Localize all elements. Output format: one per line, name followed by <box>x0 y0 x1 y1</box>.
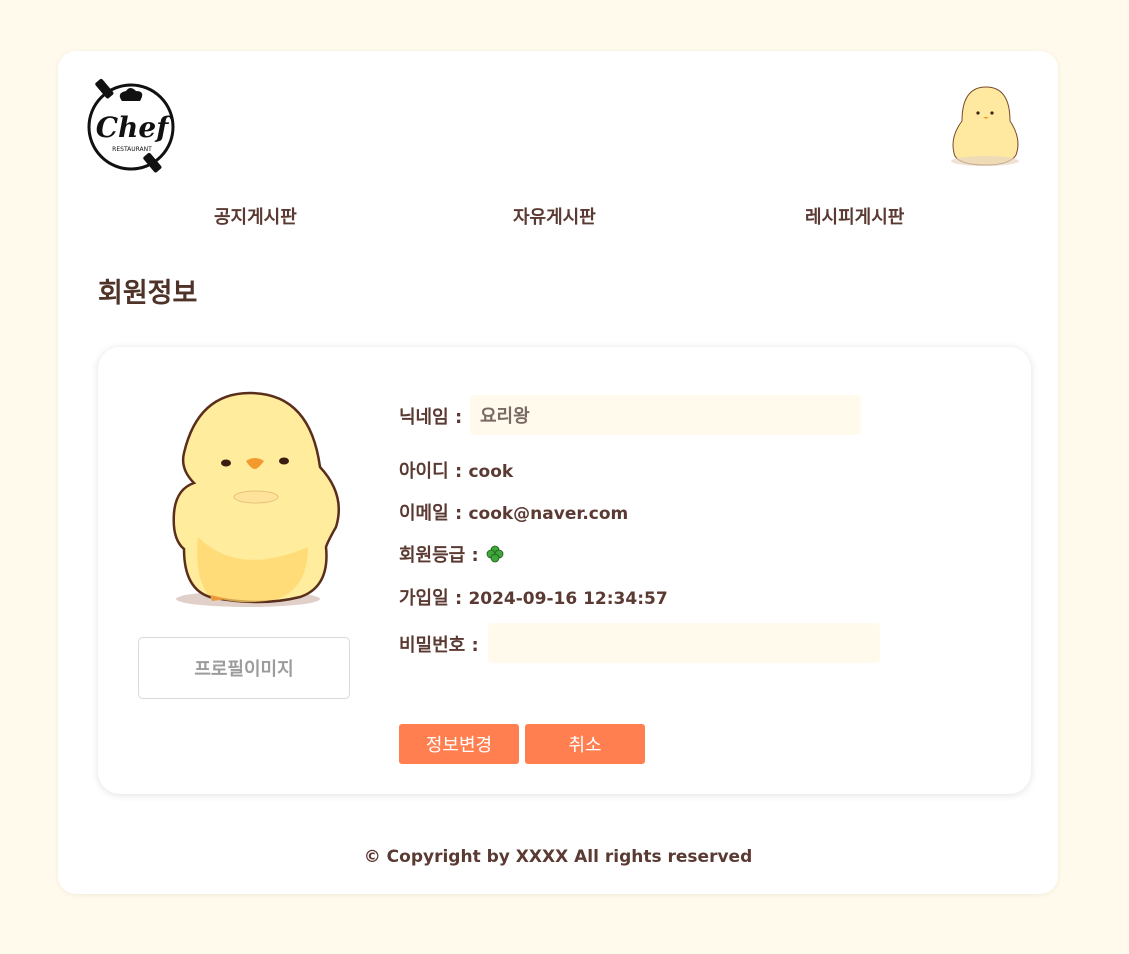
email-label: 이메일 : <box>399 503 463 524</box>
grade-label: 회원등급 : <box>399 545 479 566</box>
id-row: 아이디 : cook <box>399 457 513 483</box>
user-avatar[interactable] <box>944 83 1026 167</box>
join-date-row: 가입일 : 2024-09-16 12:34:57 <box>399 584 668 610</box>
id-value: cook <box>468 462 514 482</box>
grade-row: 회원등급 : <box>399 541 505 567</box>
nickname-input[interactable] <box>470 395 861 435</box>
profile-card: 프로필이미지 닉네임 : 아이디 : cook 이메일 : cook@naver… <box>98 347 1031 794</box>
nav-item-notice-board[interactable]: 공지게시판 <box>214 203 297 229</box>
nickname-label: 닉네임 : <box>399 407 463 428</box>
four-leaf-clover-icon <box>486 545 504 563</box>
main-nav: 공지게시판 자유게시판 레시피게시판 <box>58 203 1058 233</box>
profile-picture <box>172 391 340 607</box>
chef-restaurant-logo[interactable]: Chef RESTAURANT <box>86 77 180 175</box>
save-info-button[interactable]: 정보변경 <box>399 724 519 764</box>
join-date-value: 2024-09-16 12:34:57 <box>468 589 668 609</box>
password-label: 비밀번호 : <box>399 635 479 656</box>
email-row: 이메일 : cook@naver.com <box>399 499 628 525</box>
nav-item-recipe-board[interactable]: 레시피게시판 <box>805 203 904 229</box>
footer-copyright: © Copyright by XXXX All rights reserved <box>363 847 753 867</box>
id-label: 아이디 : <box>399 461 463 482</box>
page-title: 회원정보 <box>98 278 198 309</box>
password-input[interactable] <box>488 623 880 663</box>
nickname-row: 닉네임 : <box>399 403 462 429</box>
password-row: 비밀번호 : <box>399 631 479 657</box>
join-date-label: 가입일 : <box>399 588 463 609</box>
logo-subtext: RESTAURANT <box>112 146 152 153</box>
logo-text: Chef <box>96 111 173 144</box>
email-value: cook@naver.com <box>468 504 629 524</box>
nav-item-free-board[interactable]: 자유게시판 <box>513 203 596 229</box>
profile-image-button[interactable]: 프로필이미지 <box>138 637 350 699</box>
cancel-button[interactable]: 취소 <box>525 724 645 764</box>
page-card: Chef RESTAURANT 공지게시판 자유게시판 레시피게시판 회원정보 … <box>58 51 1058 894</box>
